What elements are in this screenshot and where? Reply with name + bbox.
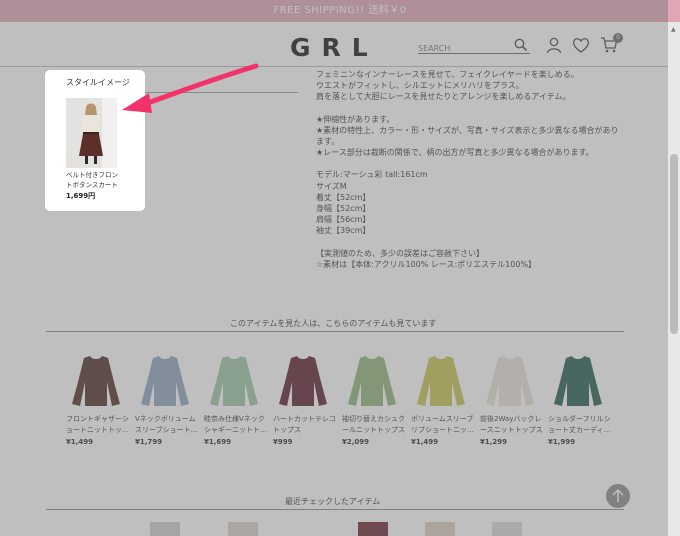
pointer-arrow-annotation — [122, 63, 259, 113]
